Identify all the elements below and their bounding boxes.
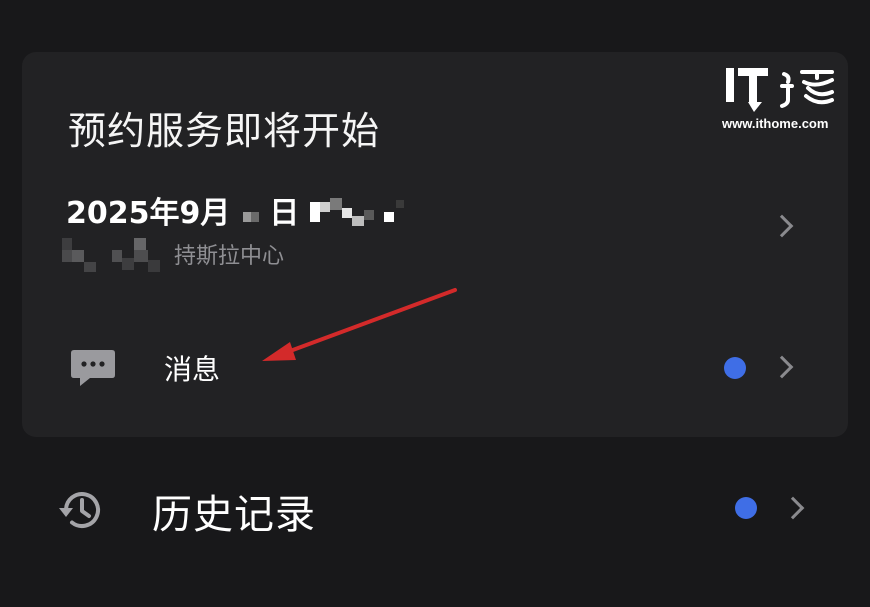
appointment-row[interactable]: 2025年9月 日 持斯拉中心 [22,170,848,280]
ithome-logo-icon [726,68,834,112]
watermark-url: www.ithome.com [722,116,829,131]
chevron-right-icon [781,496,805,520]
card-title: 预约服务即将开始 [68,109,381,153]
message-icon [71,350,115,386]
history-clock-icon [59,492,100,528]
appointment-date: 2025年9月 日 [66,188,406,232]
appointment-location-text: 持斯拉中心 [174,244,285,269]
redacted-day [241,200,259,230]
page: 预约服务即将开始 www.ithome.com 2025年9月 日 持斯拉中心 … [0,0,870,607]
message-unread-dot [724,357,746,379]
redacted-location-prefix [62,238,166,274]
chevron-right-icon [770,214,794,238]
message-row[interactable]: 消息 [22,330,848,404]
history-row[interactable]: 历史记录 [0,466,870,550]
chevron-right-icon [770,355,794,379]
message-label: 消息 [164,353,221,386]
history-label: 历史记录 [152,492,316,538]
appointment-card: 预约服务即将开始 www.ithome.com 2025年9月 日 持斯拉中心 … [22,52,848,437]
appointment-date-text: 2025年9月 [66,196,231,231]
redacted-time [309,197,406,232]
history-unread-dot [735,497,757,519]
appointment-day-suffix: 日 [269,196,300,231]
ithome-watermark: www.ithome.com [722,62,844,134]
